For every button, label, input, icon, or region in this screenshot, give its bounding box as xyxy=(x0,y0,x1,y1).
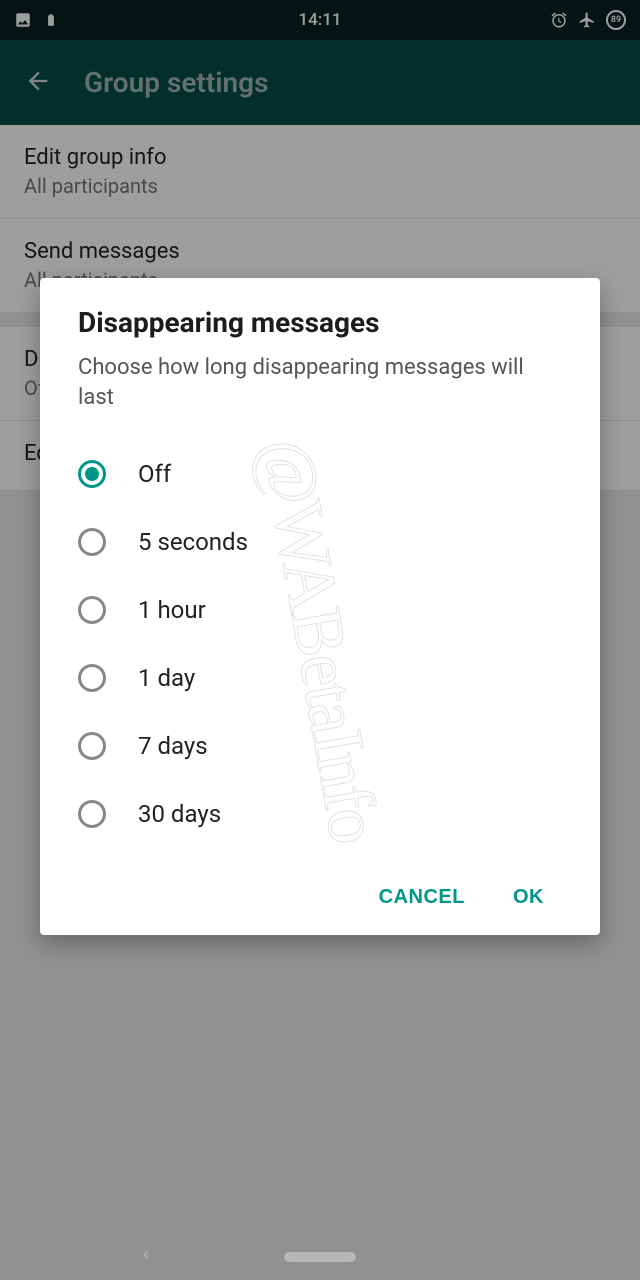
radio-button-icon xyxy=(78,460,106,488)
radio-label: 1 day xyxy=(138,664,195,692)
radio-label: 7 days xyxy=(138,732,208,760)
radio-option-off[interactable]: Off xyxy=(78,440,562,508)
radio-label: 5 seconds xyxy=(138,528,248,556)
radio-option-30-days[interactable]: 30 days xyxy=(78,780,562,848)
radio-option-1-day[interactable]: 1 day xyxy=(78,644,562,712)
radio-button-icon xyxy=(78,664,106,692)
radio-button-icon xyxy=(78,732,106,760)
radio-button-icon xyxy=(78,800,106,828)
radio-label: 1 hour xyxy=(138,596,206,624)
ok-button[interactable]: OK xyxy=(507,878,550,917)
dialog-title: Disappearing messages xyxy=(78,306,562,339)
cancel-button[interactable]: CANCEL xyxy=(373,878,471,917)
disappearing-messages-dialog: Disappearing messages Choose how long di… xyxy=(40,278,600,935)
radio-option-1-hour[interactable]: 1 hour xyxy=(78,576,562,644)
dialog-actions: CANCEL OK xyxy=(78,878,562,917)
radio-button-icon xyxy=(78,596,106,624)
radio-button-icon xyxy=(78,528,106,556)
radio-label: Off xyxy=(138,460,171,488)
radio-list: Off 5 seconds 1 hour 1 day 7 days 30 day… xyxy=(78,440,562,848)
radio-option-7-days[interactable]: 7 days xyxy=(78,712,562,780)
radio-option-5-seconds[interactable]: 5 seconds xyxy=(78,508,562,576)
dialog-subtitle: Choose how long disappearing messages wi… xyxy=(78,353,562,412)
radio-label: 30 days xyxy=(138,800,221,828)
